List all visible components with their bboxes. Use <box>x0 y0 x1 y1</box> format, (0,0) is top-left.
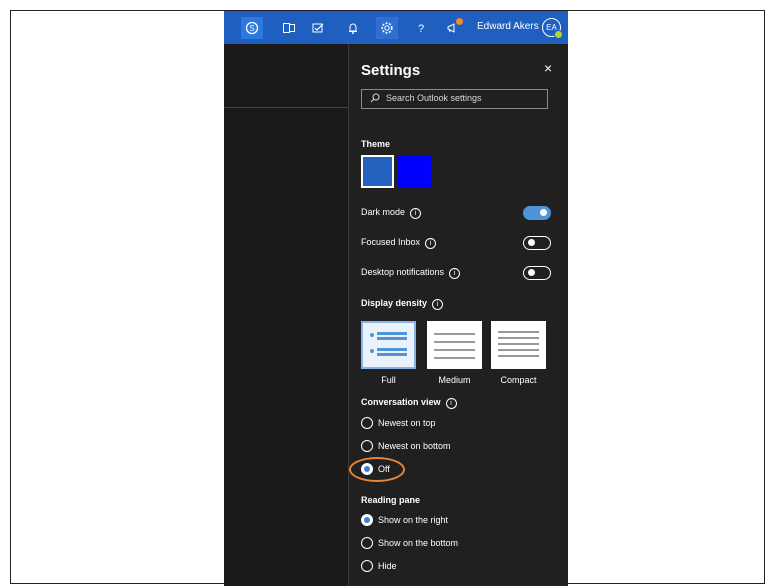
radio-button[interactable] <box>361 537 373 549</box>
display-density-label: Display density <box>361 298 428 308</box>
info-icon[interactable]: i <box>432 299 444 310</box>
gear-icon[interactable] <box>376 17 398 39</box>
radio-button[interactable] <box>361 417 373 429</box>
dark-mode-row: Dark mode i <box>361 206 551 220</box>
help-icon[interactable]: ? <box>410 17 432 39</box>
density-full-option[interactable] <box>361 321 416 369</box>
radio-button[interactable] <box>361 560 373 572</box>
notification-badge <box>456 18 463 25</box>
density-medium-label: Medium <box>438 375 471 385</box>
density-full-preview <box>370 332 407 356</box>
density-full-label: Full <box>381 375 396 385</box>
density-compact-option[interactable] <box>491 321 546 369</box>
density-compact-preview <box>498 331 539 357</box>
top-bar: S ? Edward Akers EA <box>224 11 568 44</box>
radio-label: Hide <box>378 561 397 571</box>
info-icon[interactable]: i <box>425 238 437 249</box>
theme-swatch-blue[interactable] <box>398 155 431 188</box>
megaphone-icon[interactable] <box>442 17 464 39</box>
close-icon[interactable]: × <box>544 60 552 76</box>
search-input[interactable] <box>386 93 541 103</box>
conversation-view-label: Conversation view <box>361 397 441 407</box>
reading-pane-label: Reading pane <box>361 495 421 505</box>
message-list-pane <box>224 44 348 586</box>
desktop-notifications-label: Desktop notifications <box>361 267 445 277</box>
dark-mode-toggle[interactable] <box>523 206 551 220</box>
radio-button[interactable] <box>361 514 373 526</box>
radio-label: Newest on top <box>378 418 436 428</box>
search-icon <box>370 93 380 103</box>
user-name[interactable]: Edward Akers <box>477 21 539 32</box>
desktop-notifications-row: Desktop notifications i <box>361 266 551 280</box>
settings-search[interactable] <box>361 89 548 109</box>
info-icon[interactable]: i <box>445 398 457 409</box>
settings-panel: Settings × Theme Dark mode i Focused Inbo… <box>349 44 568 586</box>
pane-separator <box>224 107 348 108</box>
info-icon[interactable]: i <box>449 268 461 279</box>
display-density-row: Display density i <box>361 297 551 311</box>
radio-button[interactable] <box>361 440 373 452</box>
bell-icon[interactable] <box>342 17 364 39</box>
desktop-notifications-toggle[interactable] <box>523 266 551 280</box>
skype-icon[interactable]: S <box>241 17 263 39</box>
focused-inbox-row: Focused Inbox i <box>361 236 551 250</box>
dark-mode-label: Dark mode <box>361 207 406 217</box>
conversation-view-row: Conversation view i <box>361 396 551 410</box>
highlight-circle <box>349 457 405 482</box>
density-medium-option[interactable] <box>427 321 482 369</box>
density-medium-preview <box>434 333 475 359</box>
radio-label: Newest on bottom <box>378 441 451 451</box>
svg-text:?: ? <box>418 23 424 35</box>
focused-inbox-toggle[interactable] <box>523 236 551 250</box>
radio-label: Show on the right <box>378 515 449 525</box>
avatar[interactable]: EA <box>542 18 563 39</box>
presence-dot <box>554 30 563 39</box>
radio-label: Show on the bottom <box>378 538 459 548</box>
settings-title: Settings <box>361 62 421 79</box>
focused-inbox-label: Focused Inbox <box>361 237 421 247</box>
theme-label: Theme <box>361 139 391 149</box>
outlook-window: S ? Edward Akers EA Settings × Search Ou… <box>224 11 568 586</box>
todo-icon[interactable] <box>307 17 329 39</box>
word-icon[interactable] <box>278 17 300 39</box>
density-compact-label: Compact <box>500 375 537 385</box>
info-icon[interactable]: i <box>410 208 422 219</box>
theme-swatch-dark-blue[interactable] <box>361 155 394 188</box>
svg-text:S: S <box>249 24 254 33</box>
